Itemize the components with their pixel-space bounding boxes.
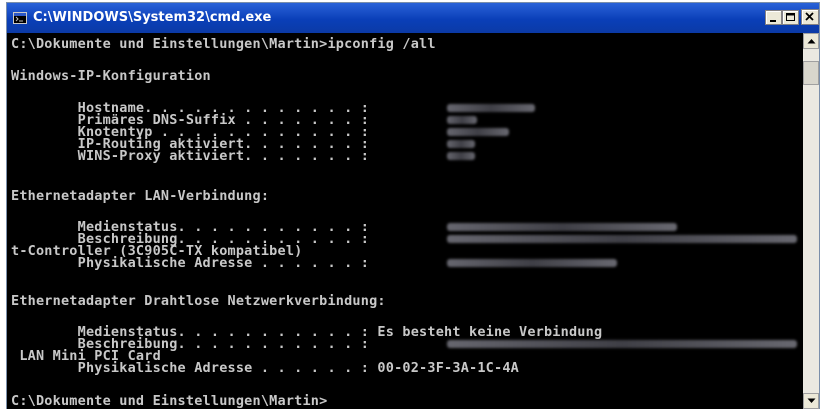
redacted-description bbox=[447, 235, 797, 243]
console-line: C:\Dokumente und Einstellungen\Martin> bbox=[11, 393, 328, 409]
minimize-button[interactable] bbox=[765, 10, 782, 25]
maximize-icon bbox=[786, 13, 795, 21]
console-output[interactable]: C:\Dokumente und Einstellungen\Martin>ip… bbox=[7, 33, 803, 409]
redacted-hostname bbox=[447, 104, 535, 112]
vertical-scrollbar[interactable] bbox=[803, 33, 819, 409]
close-icon bbox=[805, 12, 814, 21]
scroll-thumb[interactable] bbox=[803, 61, 819, 85]
redacted-mac-address bbox=[447, 259, 617, 267]
minimize-icon bbox=[770, 20, 776, 22]
arrow-up-icon bbox=[807, 39, 816, 44]
console-line: Physikalische Adresse . . . . . . : bbox=[11, 255, 370, 271]
close-button[interactable] bbox=[801, 9, 819, 25]
console-line: Windows-IP-Konfiguration bbox=[11, 68, 211, 84]
maximize-button[interactable] bbox=[782, 10, 799, 25]
console-line: Ethernetadapter LAN-Verbindung: bbox=[11, 188, 270, 204]
cmd-window: C:\WINDOWS\System32\cmd.exe C:\Dokumente… bbox=[6, 2, 820, 409]
arrow-down-icon bbox=[807, 398, 816, 403]
scroll-up-button[interactable] bbox=[803, 33, 819, 49]
redacted-node-type bbox=[447, 128, 509, 136]
console-line: Physikalische Adresse . . . . . . : 00-0… bbox=[11, 360, 519, 376]
title-bar[interactable]: C:\WINDOWS\System32\cmd.exe bbox=[7, 3, 819, 33]
scroll-down-button[interactable] bbox=[803, 393, 819, 409]
redacted-dns-suffix bbox=[447, 116, 477, 124]
redacted-wins-proxy bbox=[447, 152, 475, 160]
window-title: C:\WINDOWS\System32\cmd.exe bbox=[33, 10, 272, 25]
cmd-icon[interactable] bbox=[13, 12, 27, 24]
console-line: Ethernetadapter Drahtlose Netzwerkverbin… bbox=[11, 293, 386, 309]
redacted-ip-routing bbox=[447, 140, 475, 148]
redacted-wireless-description bbox=[447, 340, 797, 348]
console-line: C:\Dokumente und Einstellungen\Martin>ip… bbox=[11, 36, 436, 52]
redacted-media-status bbox=[447, 223, 677, 231]
console-line: WINS-Proxy aktiviert. . . . . . . : bbox=[11, 148, 370, 164]
